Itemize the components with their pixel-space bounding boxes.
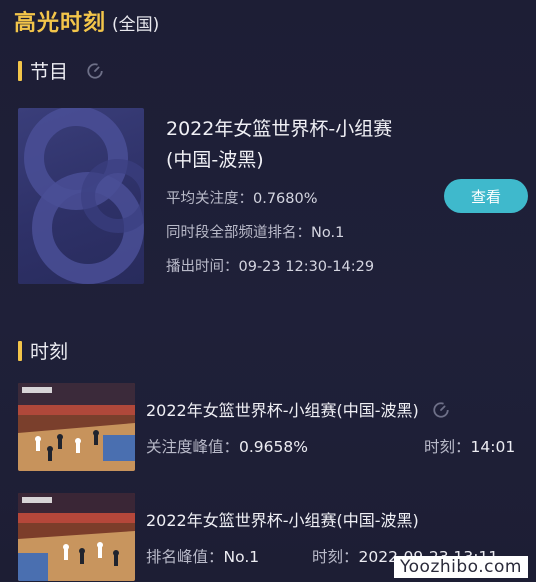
- moment-stat-label: 关注度峰值：: [146, 438, 240, 456]
- basketball-court-image: [18, 383, 135, 471]
- highlight-page: 高光时刻 (全国) 节目 2022年女篮世界杯-小组赛 (中国-波黑) 平均关注…: [0, 0, 536, 582]
- program-title-line2: (中国-波黑): [166, 149, 264, 171]
- moment-stat: 排名峰值：No.1: [146, 545, 259, 567]
- moment-stat-value: No.1: [223, 548, 260, 566]
- program-logo-graphic: [24, 108, 144, 284]
- program-info: 2022年女篮世界杯-小组赛 (中国-波黑) 平均关注度：0.7680% 同时段…: [166, 114, 446, 284]
- airtime-row: 播出时间：09-23 12:30-14:29: [166, 250, 446, 284]
- avg-attention-label: 平均关注度：: [166, 191, 253, 207]
- avg-attention-value: 0.7680%: [253, 191, 318, 207]
- moment-thumbnail: [18, 493, 135, 581]
- moment-time-label: 时刻：: [312, 548, 359, 566]
- rank-label: 同时段全部频道排名：: [166, 225, 311, 241]
- moment-stat-value: 0.9658%: [239, 438, 308, 456]
- list-item[interactable]: 2022年女篮世界杯-小组赛(中国-波黑) 关注度峰值：0.9658% 时刻：1…: [18, 383, 528, 473]
- site-watermark: Yoozhibo.com: [394, 556, 528, 578]
- moment-time-value: 14:01: [470, 438, 516, 456]
- moment-time: 时刻：14:01: [424, 435, 515, 457]
- moments-section-header: 时刻: [18, 337, 68, 364]
- program-thumbnail: [18, 108, 144, 284]
- moment-title-text: 2022年女篮世界杯-小组赛(中国-波黑): [146, 401, 419, 420]
- moment-stat-label: 排名峰值：: [146, 548, 224, 566]
- page-header: 高光时刻 (全国): [14, 5, 159, 37]
- moment-stat: 关注度峰值：0.9658%: [146, 435, 308, 457]
- page-subtitle: (全国): [112, 15, 160, 35]
- section-accent-bar: [18, 340, 22, 361]
- moment-title: 2022年女篮世界杯-小组赛(中国-波黑): [146, 397, 450, 421]
- program-card: 2022年女篮世界杯-小组赛 (中国-波黑) 平均关注度：0.7680% 同时段…: [18, 108, 528, 284]
- view-button[interactable]: 查看: [444, 179, 528, 213]
- avg-attention-row: 平均关注度：0.7680%: [166, 182, 446, 216]
- basketball-court-image: [18, 493, 135, 581]
- program-meta: 平均关注度：0.7680% 同时段全部频道排名：No.1 播出时间：09-23 …: [166, 182, 446, 284]
- moment-time-label: 时刻：: [424, 438, 471, 456]
- airtime-value: 09-23 12:30-14:29: [238, 259, 375, 275]
- moment-title-text: 2022年女篮世界杯-小组赛(中国-波黑): [146, 511, 419, 530]
- section-accent-bar: [18, 60, 22, 81]
- program-title-line1: 2022年女篮世界杯-小组赛: [166, 118, 393, 140]
- refresh-icon[interactable]: [86, 62, 104, 80]
- page-title: 高光时刻: [14, 11, 107, 36]
- refresh-icon[interactable]: [432, 401, 450, 419]
- rank-value: No.1: [311, 225, 345, 241]
- moment-title: 2022年女篮世界杯-小组赛(中国-波黑): [146, 507, 419, 531]
- program-section-header: 节目: [18, 57, 104, 84]
- program-title: 2022年女篮世界杯-小组赛 (中国-波黑): [166, 114, 446, 176]
- moment-thumbnail: [18, 383, 135, 471]
- airtime-label: 播出时间：: [166, 259, 239, 275]
- rank-row: 同时段全部频道排名：No.1: [166, 216, 446, 250]
- moments-section-label: 时刻: [30, 341, 69, 363]
- program-section-label: 节目: [30, 61, 69, 83]
